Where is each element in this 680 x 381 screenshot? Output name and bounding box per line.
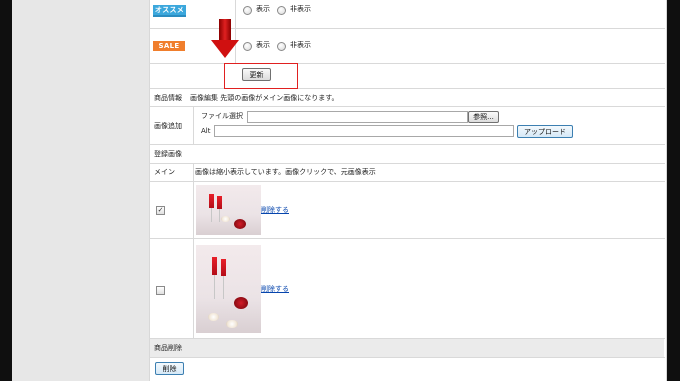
image-add-label: 画像追加 [154,122,182,130]
glass-icon [209,194,214,208]
registered-images-label: 登録画像 [154,150,182,158]
product-delete-header [150,339,664,357]
row-divider [149,106,665,107]
glass-stem [219,209,220,222]
product-info-label: 商品情報 [154,94,182,102]
alt-label: Alt [201,127,211,135]
row-divider [149,238,665,239]
delete-image-link[interactable]: 削除する [261,205,289,215]
rose-icon [234,297,248,309]
row-divider [149,357,665,358]
upload-button[interactable]: アップロード [517,125,573,138]
glass-icon [217,196,222,209]
update-button[interactable]: 更新 [242,68,271,81]
sale-badge: SALE [153,41,185,51]
glass-stem [211,208,212,222]
sale-show-radio[interactable] [243,42,252,51]
alt-input[interactable] [214,125,514,137]
column-divider [193,164,194,338]
column-divider [193,107,194,144]
main-image-checkbox[interactable]: ✓ [156,206,165,215]
osusume-hide-label: 非表示 [290,5,311,13]
delete-image-link[interactable]: 削除する [261,284,289,294]
glass-stem [214,275,215,299]
browse-button[interactable]: 参照... [468,111,499,123]
candle-icon [226,320,238,328]
row-divider [149,144,665,145]
candle-icon [221,216,230,222]
sale-hide-label: 非表示 [290,41,311,49]
annotation-arrow-shaft [219,19,231,41]
sale-show-label: 表示 [256,41,270,49]
main-note: 画像は縮小表示しています。画像クリックで、元画像表示 [195,168,376,176]
row-divider [149,163,665,164]
file-select-label: ファイル選択 [201,112,243,120]
product-delete-label: 商品削除 [154,344,182,352]
row-divider [149,181,665,182]
main-label: メイン [154,168,175,176]
delete-button[interactable]: 削除 [155,362,184,375]
left-gray-column [12,0,149,381]
osusume-show-radio[interactable] [243,6,252,15]
osusume-badge: オススメ [153,5,186,17]
glass-icon [221,259,226,276]
product-image-thumbnail[interactable] [196,245,261,333]
file-path-field[interactable] [247,111,468,123]
rose-icon [234,219,246,229]
main-image-checkbox[interactable] [156,286,165,295]
osusume-hide-radio[interactable] [277,6,286,15]
glass-icon [212,257,217,275]
candle-icon [208,313,219,321]
down-arrow-icon [211,40,239,58]
image-edit-text: 画像編集 先頭の画像がメイン画像になります。 [190,94,339,102]
osusume-show-label: 表示 [256,5,270,13]
sale-hide-radio[interactable] [277,42,286,51]
product-image-thumbnail[interactable] [196,185,261,235]
glass-stem [223,276,224,299]
